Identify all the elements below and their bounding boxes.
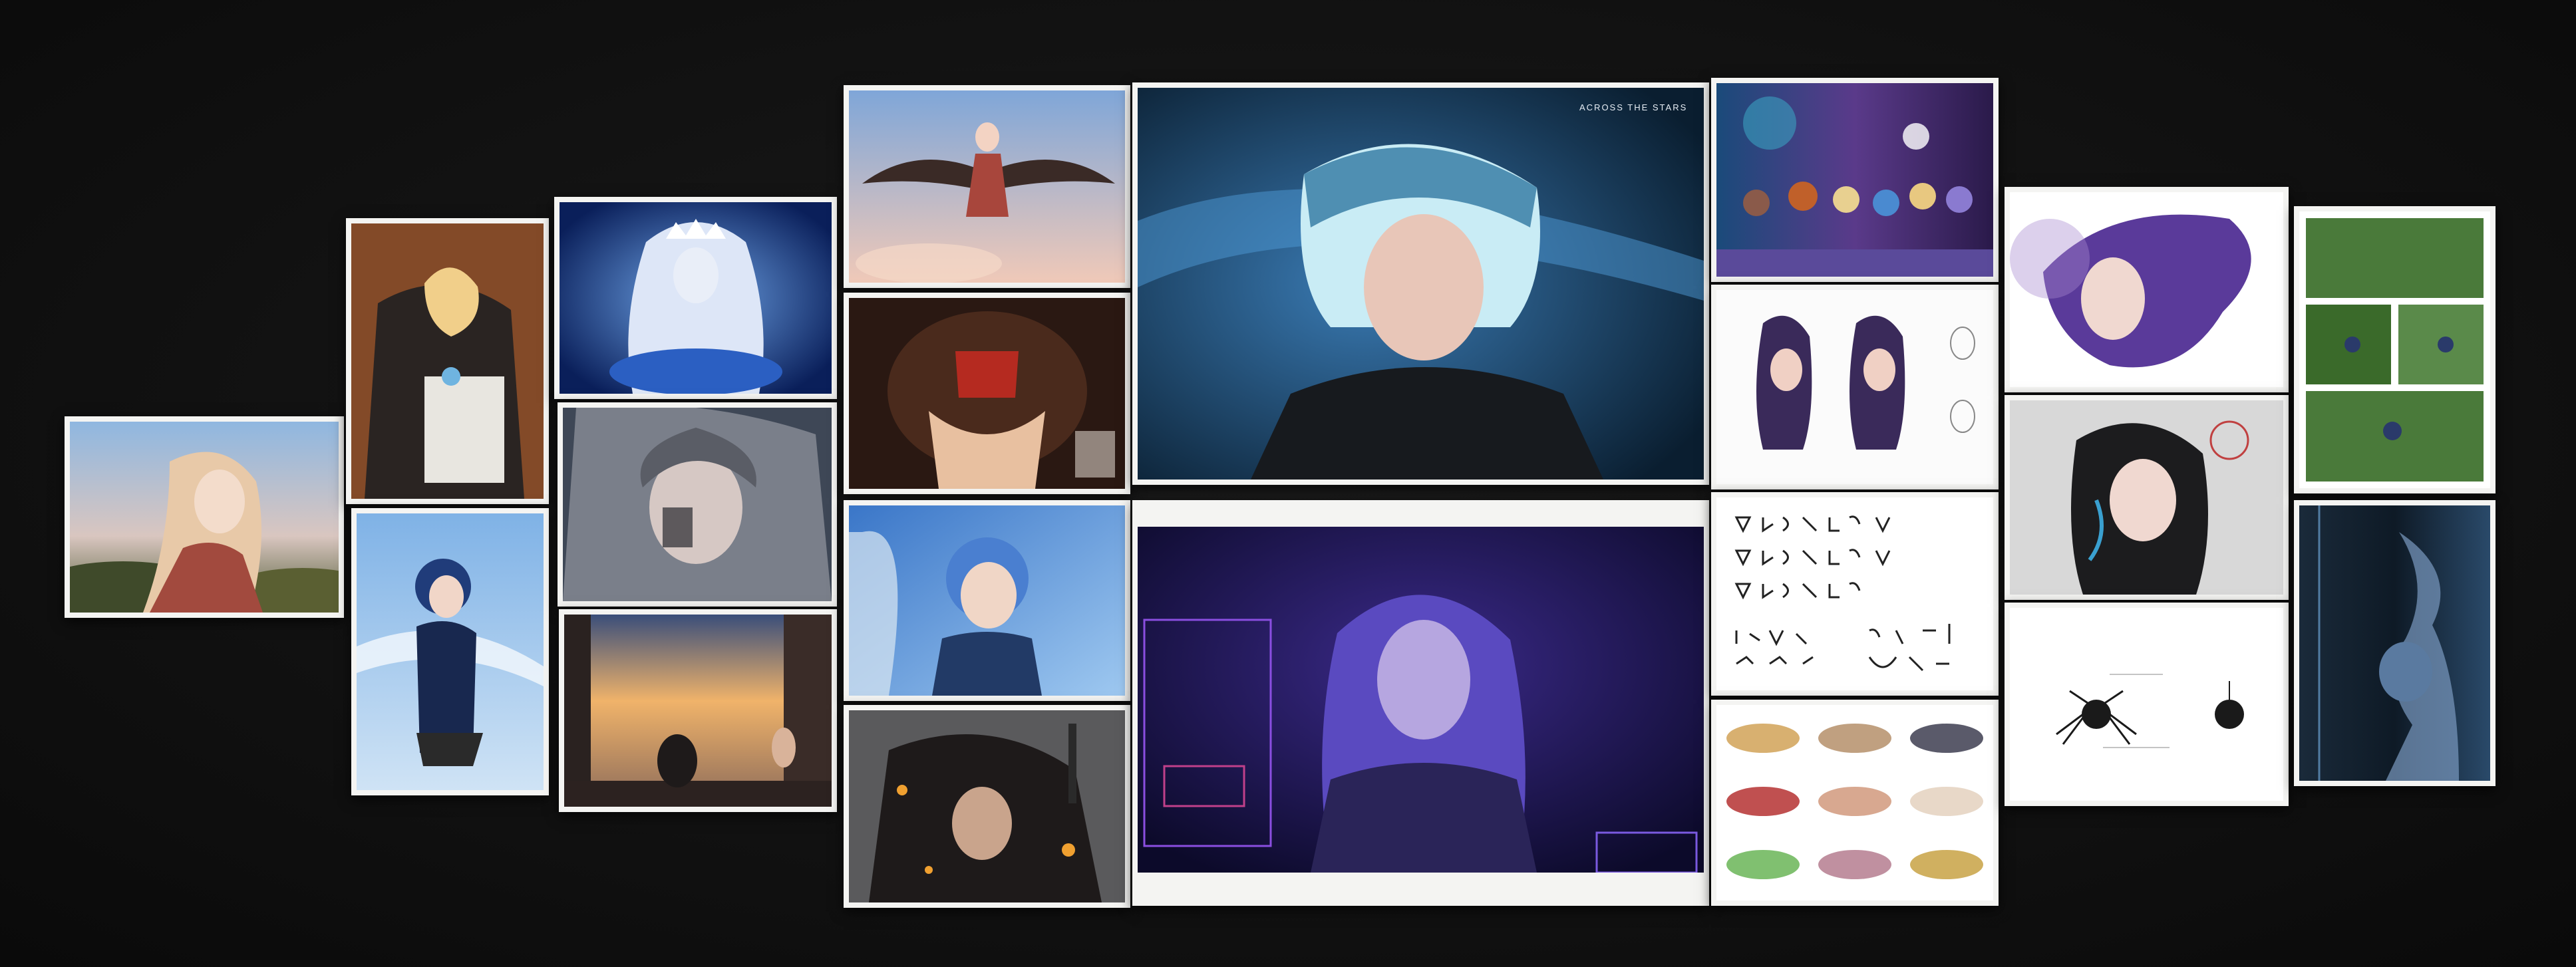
- dark-blue-figure-image: [2299, 505, 2490, 781]
- print-chibi-group-stars: [1711, 78, 1999, 282]
- print-white-hair-crown: [554, 197, 837, 399]
- print-grey-hair-tears: [558, 402, 837, 607]
- white-bob-hair-large-image: [1138, 88, 1704, 480]
- print-white-bob-hair-large: ACROSS THE STARS: [1132, 82, 1709, 485]
- print-winged-angel: [844, 85, 1130, 288]
- print-dark-blue-figure: [2294, 500, 2496, 786]
- print-blonde-boy-coat: [346, 218, 549, 504]
- blue-hair-flowers-image: [849, 505, 1125, 696]
- print-blue-hair-flowers: [844, 500, 1130, 701]
- black-hair-portrait-image: [2010, 400, 2283, 595]
- chibi-group-stars-image: [1716, 83, 1993, 277]
- comic-page-forest-image: [2299, 211, 2490, 488]
- print-character-sketches: [1711, 285, 1999, 489]
- winged-angel-image: [849, 90, 1125, 283]
- purple-hair-woman-image: [2010, 192, 2283, 387]
- glyph-alphabet-image: [1716, 497, 1993, 690]
- artwork-print-collage: ACROSS THE STARS: [0, 0, 2576, 967]
- print-red-mask-hands: [844, 293, 1130, 494]
- print-comic-page-forest: [2294, 206, 2496, 493]
- print-blue-hair-water: [351, 508, 549, 795]
- print-blonde-girl-meadow: [65, 416, 344, 618]
- corner-title-text: ACROSS THE STARS: [1579, 102, 1688, 112]
- print-eye-color-studies: [1711, 700, 1999, 906]
- character-sketches-image: [1716, 290, 1993, 484]
- blonde-boy-coat-image: [351, 223, 544, 499]
- eye-color-studies-image: [1716, 705, 1993, 900]
- print-dark-hair-warrior: [844, 705, 1130, 908]
- white-hair-crown-image: [560, 202, 832, 394]
- red-mask-hands-image: [849, 298, 1125, 489]
- dark-hair-warrior-image: [849, 710, 1125, 902]
- print-purple-hair-woman: [2005, 187, 2289, 392]
- sunset-window-image: [564, 615, 832, 807]
- blue-hair-water-image: [357, 513, 544, 790]
- purple-cyborg-large-image: [1138, 527, 1704, 873]
- spider-drone-diagram-image: [2010, 608, 2283, 801]
- print-purple-cyborg-large: [1132, 500, 1709, 906]
- print-spider-drone-diagram: [2005, 603, 2289, 806]
- blonde-girl-meadow-image: [70, 422, 339, 613]
- grey-hair-tears-image: [563, 408, 832, 601]
- print-black-hair-portrait: [2005, 395, 2289, 600]
- print-glyph-alphabet: [1711, 492, 1999, 696]
- print-sunset-window: [559, 609, 837, 812]
